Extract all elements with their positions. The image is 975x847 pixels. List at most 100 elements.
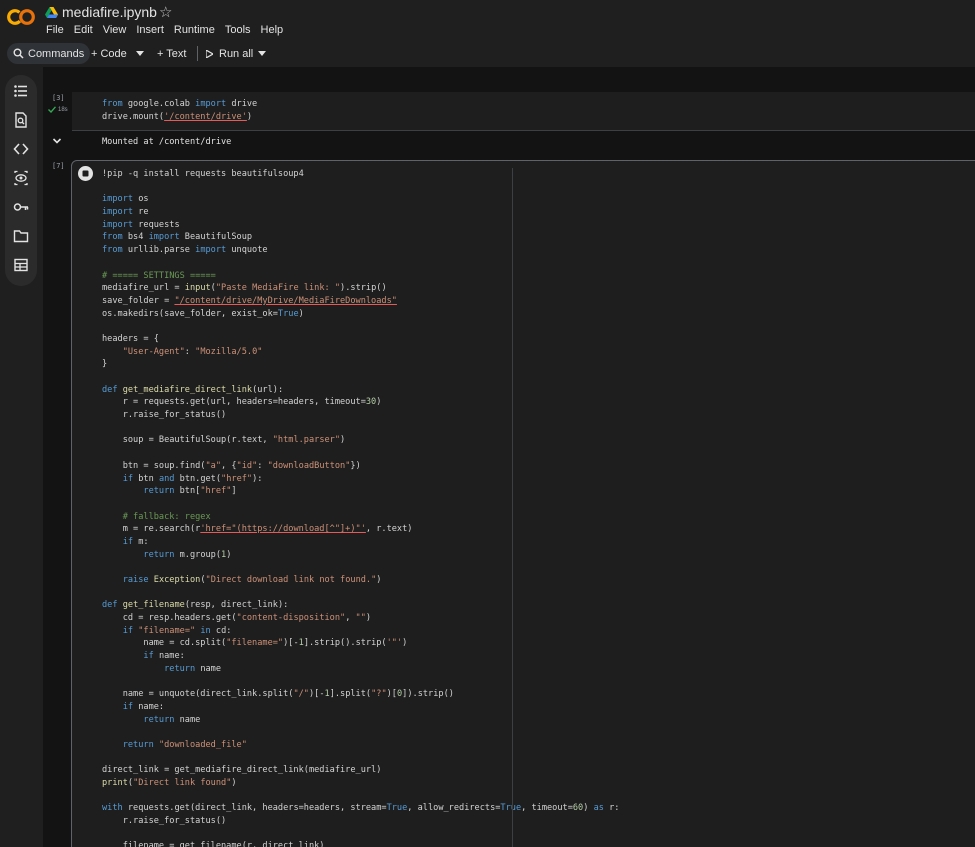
table-of-contents-icon[interactable] (13, 83, 29, 99)
code-token: True (386, 803, 408, 814)
run-cell-button[interactable] (78, 166, 93, 181)
menu-view[interactable]: View (103, 24, 127, 36)
code-token: ) (340, 435, 346, 446)
add-text-label: + Text (157, 47, 187, 60)
variables-inspector-icon[interactable] (13, 170, 29, 186)
code-cell[interactable]: from google.colab import drive drive.moun… (72, 92, 975, 130)
menu-help[interactable]: Help (261, 24, 284, 36)
code-line: os.makedirs(save_folder, exist_ok=True) (102, 308, 619, 321)
code-token: }) (350, 460, 361, 471)
code-token: soup = BeautifulSoup(r.text, (102, 435, 273, 446)
code-line: headers = { (102, 333, 619, 346)
code-token: "/content/drive/MyDrive/MediaFireDownloa… (174, 295, 397, 306)
star-icon[interactable]: ☆ (159, 3, 172, 21)
notebook-title[interactable]: mediafire.ipynb (62, 4, 157, 20)
toolbar-divider (197, 46, 198, 61)
code-token: "href" (221, 473, 253, 484)
code-token: "Direct download link not found." (205, 575, 377, 585)
code-token: '"' (386, 638, 403, 649)
code-token: : (257, 460, 268, 471)
app-header: mediafire.ipynb ☆ File Edit View Insert … (0, 0, 975, 40)
code-line: name = cd.split("filename=")[-1].strip()… (102, 637, 619, 650)
chevron-down-icon[interactable] (52, 137, 62, 145)
code-line: if "filename=" in cd: (102, 625, 619, 638)
code-token: direct_link = get_mediafire_direct_link(… (102, 765, 382, 776)
add-code-button[interactable]: + Code (91, 43, 127, 64)
cell-code[interactable]: !pip -q install requests beautifulsoup4 … (102, 168, 619, 847)
code-token: name: (153, 651, 185, 662)
menu-edit[interactable]: Edit (74, 24, 93, 36)
code-token: ) (376, 397, 382, 408)
code-line: name = unquote(direct_link.split("/")[-1… (102, 688, 619, 701)
code-line: save_folder = "/content/drive/MyDrive/Me… (102, 295, 619, 308)
code-token: '/content/drive' (164, 111, 247, 122)
code-token: , r.text) (365, 524, 413, 535)
code-token: unquote (226, 245, 268, 256)
find-replace-icon[interactable] (13, 112, 29, 128)
code-token: (url): (252, 384, 284, 395)
code-token: os (133, 194, 149, 205)
menu-insert[interactable]: Insert (136, 24, 164, 36)
code-token: get_filename (122, 600, 185, 611)
code-token: btn[ (174, 486, 201, 497)
code-token: ) (365, 613, 372, 624)
cell-execution-count: [3] (52, 94, 65, 102)
code-line: mediafire_url = input("Paste MediaFire l… (102, 282, 619, 295)
folder-icon[interactable] (13, 228, 29, 244)
code-token: bs4 (122, 232, 149, 243)
code-line: import re (102, 206, 619, 219)
commands-button[interactable]: Commands (7, 43, 91, 64)
code-line: # ===== SETTINGS ===== (102, 270, 619, 283)
code-token: ) (583, 803, 594, 814)
data-table-icon[interactable] (13, 257, 29, 273)
code-line: raise Exception("Direct download link no… (102, 574, 619, 587)
code-token: "filename=" (226, 638, 284, 649)
run-all-button[interactable]: Run all (206, 43, 253, 64)
code-token: import (102, 194, 134, 205)
secrets-key-icon[interactable] (13, 199, 29, 215)
code-line: print("Direct link found") (102, 777, 619, 790)
colab-logo-icon[interactable] (7, 8, 35, 26)
code-snippets-icon[interactable] (13, 141, 29, 157)
code-token: def (102, 600, 118, 611)
add-text-button[interactable]: + Text (157, 43, 186, 64)
code-token: name = unquote(direct_link.split( (102, 689, 294, 700)
run-all-label: Run all (219, 47, 254, 60)
menu-file[interactable]: File (46, 24, 64, 36)
run-all-dropdown[interactable] (258, 43, 266, 64)
add-code-dropdown[interactable] (136, 43, 144, 64)
code-line: drive.mount('/content/drive') (102, 111, 257, 124)
output-text: Mounted at /content/drive (102, 137, 232, 147)
code-token: def (102, 384, 118, 395)
cell-code[interactable]: from google.colab import drive drive.moun… (102, 98, 257, 123)
code-token: "User-Agent" (122, 346, 185, 357)
code-token: drive.mount( (102, 111, 165, 122)
code-token: name: (133, 701, 165, 712)
code-token: return (122, 739, 154, 750)
code-token: name (195, 663, 222, 674)
code-token: "/" (293, 689, 309, 700)
code-line: r.raise_for_status() (102, 409, 619, 422)
caret-down-icon (136, 51, 144, 56)
code-token: "id" (236, 460, 258, 471)
menu-bar: File Edit View Insert Runtime Tools Help (46, 24, 293, 36)
code-cell-active[interactable]: !pip -q install requests beautifulsoup4 … (71, 160, 975, 847)
menu-runtime[interactable]: Runtime (174, 24, 215, 36)
code-token: save_folder = (102, 295, 175, 306)
code-token: } (102, 359, 108, 370)
code-token: import (195, 99, 227, 109)
code-line: return m.group(1) (102, 549, 619, 562)
menu-tools[interactable]: Tools (225, 24, 251, 36)
